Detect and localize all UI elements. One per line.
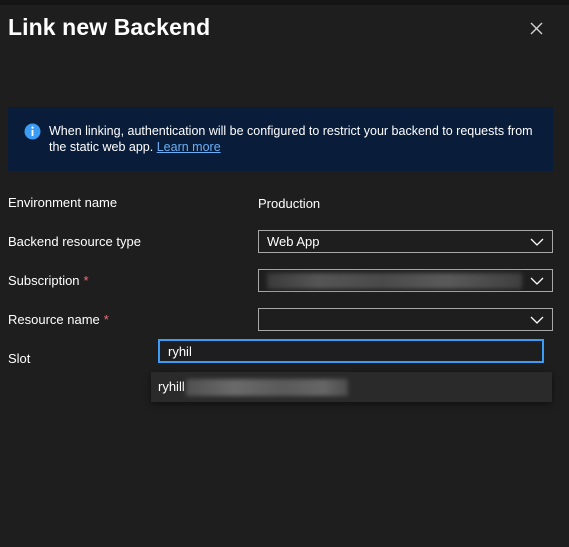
info-icon	[24, 123, 41, 140]
resource-name-label-text: Resource name	[8, 312, 100, 327]
close-button[interactable]	[524, 16, 548, 40]
environment-name-label: Environment name	[8, 195, 118, 210]
chevron-down-icon	[530, 316, 544, 324]
subscription-dropdown[interactable]	[258, 269, 553, 292]
resource-name-label: Resource name *	[8, 312, 109, 327]
resource-name-dropdown[interactable]	[258, 308, 553, 331]
result-item-text: ryhill	[158, 379, 185, 394]
list-item[interactable]: ryhill	[151, 372, 552, 402]
environment-name-value: Production	[258, 196, 321, 211]
backend-resource-type-dropdown[interactable]: Web App	[258, 230, 553, 253]
redacted-result-suffix	[186, 379, 348, 396]
close-icon	[530, 22, 543, 35]
info-text: When linking, authentication will be con…	[49, 124, 539, 155]
info-message: When linking, authentication will be con…	[49, 124, 533, 154]
resource-search-input[interactable]	[158, 339, 544, 363]
backend-resource-type-selected: Web App	[267, 234, 320, 249]
required-marker: *	[83, 273, 89, 288]
subscription-label: Subscription *	[8, 273, 89, 288]
search-results-list: ryhill	[151, 372, 552, 402]
backend-resource-type-label: Backend resource type	[8, 234, 141, 249]
dialog-title: Link new Backend	[8, 14, 211, 40]
required-marker: *	[103, 312, 109, 327]
subscription-label-text: Subscription	[8, 273, 80, 288]
chevron-down-icon	[530, 277, 544, 285]
info-banner: When linking, authentication will be con…	[8, 107, 553, 171]
chevron-down-icon	[530, 238, 544, 246]
learn-more-link[interactable]: Learn more	[157, 140, 221, 154]
redacted-subscription	[267, 273, 522, 289]
slot-label: Slot	[8, 351, 31, 366]
